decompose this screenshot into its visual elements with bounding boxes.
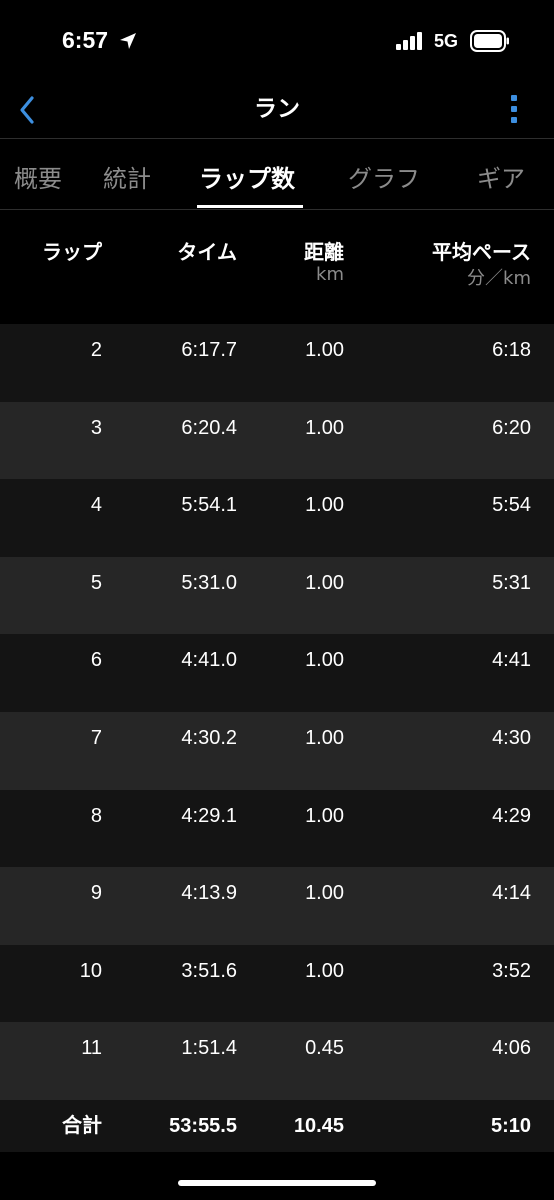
lap-pace: 4:14 xyxy=(492,882,531,905)
lap-pace: 4:30 xyxy=(492,726,531,749)
lap-number: 4 xyxy=(90,494,102,517)
lap-distance: 1.00 xyxy=(305,494,344,517)
lap-distance: 1.00 xyxy=(305,571,344,594)
lap-pace: 4:06 xyxy=(492,1037,531,1060)
status-bar: 6:57 5G xyxy=(0,0,554,84)
nav-bar: ラン xyxy=(0,84,554,139)
tab-laps[interactable]: ラップ数 xyxy=(199,159,295,194)
header-distance-unit: km xyxy=(316,264,344,285)
lap-distance: 1.00 xyxy=(305,649,344,672)
lap-time: 4:29.1 xyxy=(181,804,237,827)
header-distance: 距離 xyxy=(304,240,344,264)
table-row: 3 6:20.4 1.00 6:20 xyxy=(0,401,554,480)
table-row: 2 6:17.7 1.00 6:18 xyxy=(0,324,554,402)
tab-overview[interactable]: 概要 xyxy=(14,159,62,194)
lap-table-header: ラップ タイム 距離 km 平均ペース 分／km xyxy=(0,210,554,324)
lap-time: 6:20.4 xyxy=(181,416,237,439)
table-row: 7 4:30.2 1.00 4:30 xyxy=(0,711,554,790)
home-indicator[interactable] xyxy=(178,1180,376,1186)
lap-pace: 6:20 xyxy=(492,416,531,439)
lap-pace: 6:18 xyxy=(492,339,531,361)
lap-time: 3:51.6 xyxy=(181,959,237,982)
lap-distance: 0.45 xyxy=(305,1037,344,1060)
tab-bar: 概要 統計 ラップ数 グラフ ギア xyxy=(0,139,554,210)
table-row: 10 3:51.6 1.00 3:52 xyxy=(0,944,554,1023)
lap-pace: 5:31 xyxy=(492,571,531,594)
lap-table-body: 2 6:17.7 1.00 6:18 3 6:20.4 1.00 6:20 4 … xyxy=(0,324,554,1100)
tab-gear[interactable]: ギア xyxy=(477,159,525,194)
lap-time: 1:51.4 xyxy=(181,1037,237,1060)
lap-number: 2 xyxy=(90,339,102,361)
header-time: タイム xyxy=(177,240,237,264)
header-pace: 平均ペース xyxy=(432,240,531,264)
total-label: 合計 xyxy=(62,1115,102,1137)
status-time: 6:57 xyxy=(62,27,109,53)
lap-pace: 4:41 xyxy=(492,649,531,672)
lap-number: 5 xyxy=(90,571,102,594)
table-row: 6 4:41.0 1.00 4:41 xyxy=(0,634,554,712)
network-label: 5G xyxy=(434,31,459,51)
lap-distance: 1.00 xyxy=(305,416,344,439)
lap-pace: 5:54 xyxy=(492,494,531,517)
lap-number: 7 xyxy=(90,726,102,749)
lap-distance: 1.00 xyxy=(305,959,344,982)
tab-stats[interactable]: 統計 xyxy=(103,159,151,194)
battery-icon xyxy=(470,30,509,52)
lap-distance: 1.00 xyxy=(305,882,344,905)
lap-distance: 1.00 xyxy=(305,726,344,749)
lap-number: 11 xyxy=(81,1037,102,1060)
lap-distance: 1.00 xyxy=(305,339,344,361)
lap-distance: 1.00 xyxy=(305,804,344,827)
page-title: ラン xyxy=(254,96,300,122)
table-row: 4 5:54.1 1.00 5:54 xyxy=(0,479,554,557)
lap-time: 4:13.9 xyxy=(181,882,237,905)
table-row: 9 4:13.9 1.00 4:14 xyxy=(0,867,554,945)
lap-number: 3 xyxy=(90,416,102,439)
signal-bars-icon xyxy=(396,32,422,50)
lap-pace: 4:29 xyxy=(492,804,531,827)
lap-time: 4:41.0 xyxy=(181,649,237,672)
lap-number: 9 xyxy=(90,882,102,905)
lap-time: 6:17.7 xyxy=(181,339,237,361)
lap-number: 6 xyxy=(90,649,102,672)
lap-pace: 3:52 xyxy=(492,959,531,982)
active-tab-indicator xyxy=(197,205,303,208)
table-row: 5 5:31.0 1.00 5:31 xyxy=(0,556,554,635)
total-distance: 10.45 xyxy=(293,1115,344,1137)
more-options-icon[interactable] xyxy=(504,92,524,126)
tab-graph[interactable]: グラフ xyxy=(348,159,420,194)
total-pace: 5:10 xyxy=(490,1115,531,1137)
total-time: 53:55.5 xyxy=(169,1115,237,1137)
location-arrow-icon xyxy=(120,33,136,49)
total-row: 合計 53:55.5 10.45 5:10 xyxy=(0,1100,554,1152)
lap-number: 10 xyxy=(79,959,102,982)
table-row: 11 1:51.4 0.45 4:06 xyxy=(0,1022,554,1100)
table-row: 8 4:29.1 1.00 4:29 xyxy=(0,789,554,868)
lap-time: 5:31.0 xyxy=(181,571,237,594)
header-pace-unit: 分／km xyxy=(467,268,531,289)
lap-time: 4:30.2 xyxy=(181,726,237,749)
lap-number: 8 xyxy=(90,804,102,827)
lap-time: 5:54.1 xyxy=(181,494,237,517)
header-lap: ラップ xyxy=(42,240,102,264)
